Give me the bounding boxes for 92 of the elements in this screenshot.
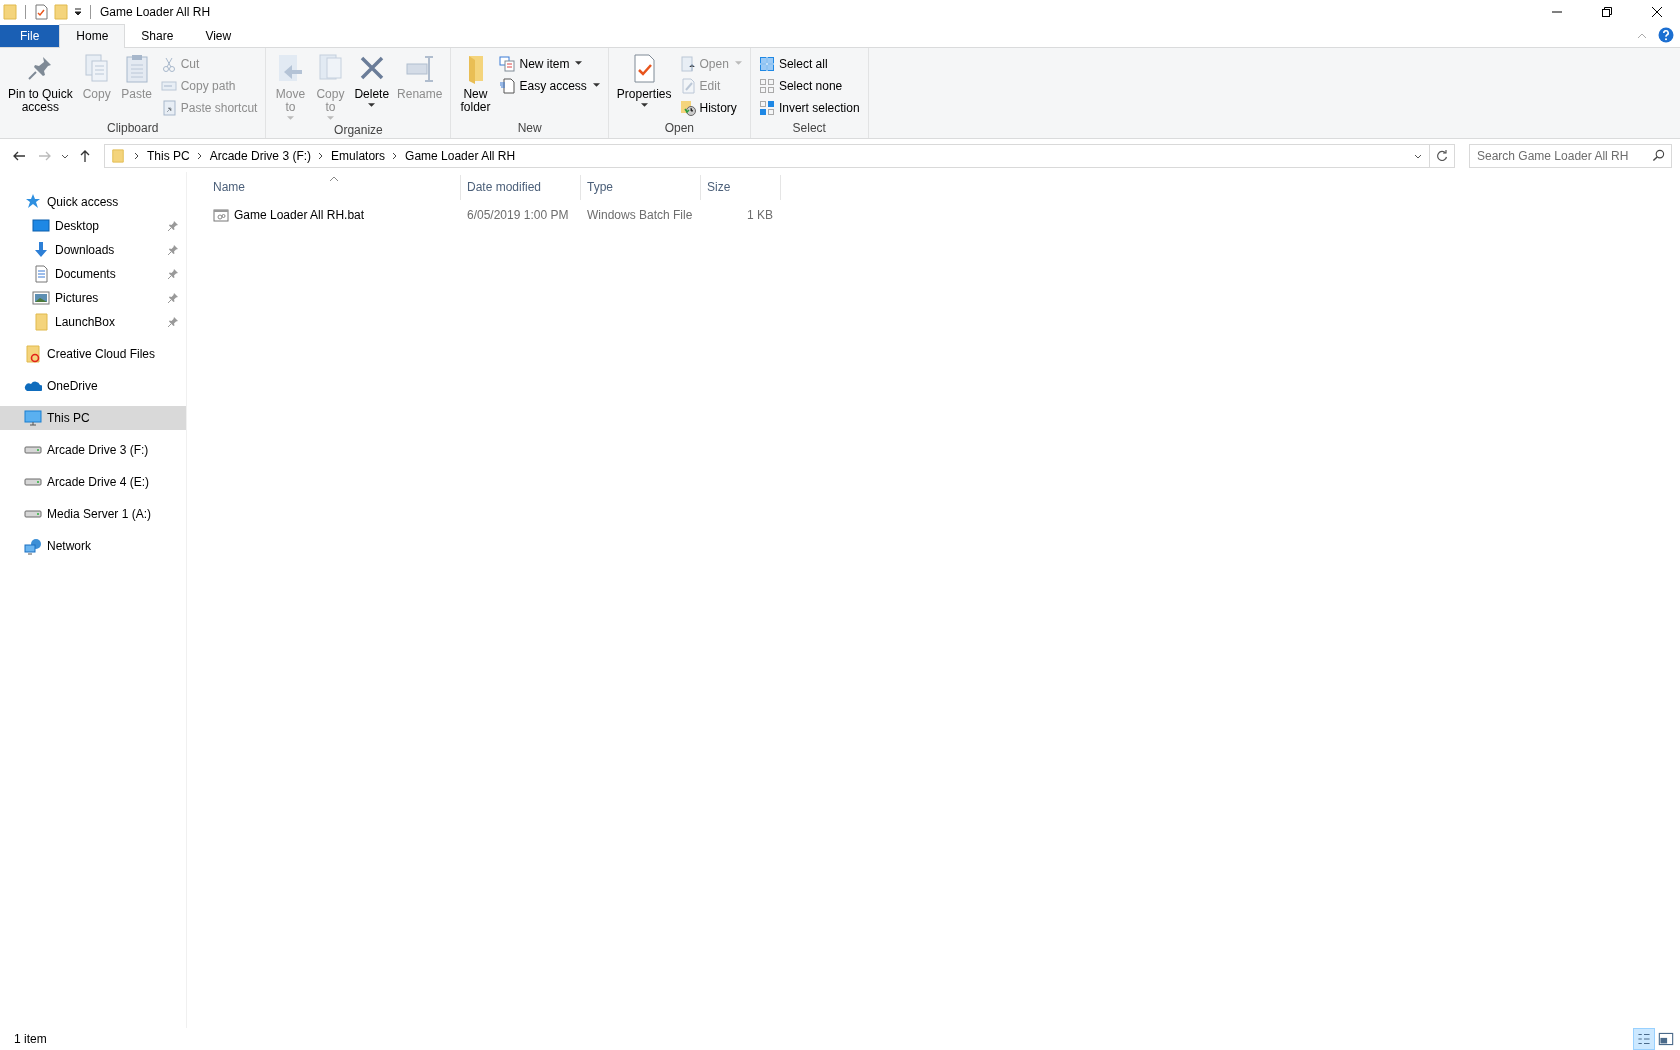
sidebar-item[interactable]: This PC xyxy=(0,406,186,430)
folder-icon xyxy=(2,4,18,20)
pencil-page-icon xyxy=(679,77,696,94)
ribbon-tab[interactable]: View xyxy=(189,25,248,47)
monitor-icon xyxy=(32,217,50,235)
scissors-icon xyxy=(160,55,177,72)
document-icon xyxy=(32,265,50,283)
caret-icon xyxy=(734,61,742,66)
sidebar-item[interactable]: Creative Cloud Files xyxy=(0,342,186,366)
page-lines-icon xyxy=(499,77,516,94)
caret-icon xyxy=(592,83,600,88)
batch-file-icon xyxy=(213,207,229,223)
picture-icon xyxy=(32,289,50,307)
table-cell-text: 1 KB xyxy=(746,208,774,222)
breadcrumb-item[interactable]: This PC xyxy=(147,148,190,163)
table-cell: Game Loader All RH.bat xyxy=(234,208,365,222)
shortcut-page-icon xyxy=(160,99,177,116)
pushpin-icon[interactable] xyxy=(168,269,178,279)
item-count: 1 item xyxy=(14,1032,47,1046)
checkmark-page-icon[interactable] xyxy=(33,4,49,20)
down-arrow-icon xyxy=(32,241,50,259)
ribbon-button[interactable]: Select all xyxy=(755,54,863,73)
caret-icon xyxy=(575,61,583,66)
folder-icon xyxy=(24,345,42,363)
window-title: Game Loader All RH xyxy=(100,5,211,19)
column-header[interactable]: Size xyxy=(701,175,781,200)
restore-icon[interactable] xyxy=(1601,6,1613,18)
chevron-icon[interactable] xyxy=(195,151,204,160)
group-label: Organize xyxy=(334,123,383,138)
breadcrumb-item[interactable]: Emulators xyxy=(331,148,386,163)
sidebar-item[interactable]: Arcade Drive 4 (E:) xyxy=(0,470,186,494)
grid-icon xyxy=(758,55,775,72)
ribbon-button[interactable]: Easy access xyxy=(496,76,603,95)
ribbon-button[interactable]: New item xyxy=(496,54,603,73)
column-header[interactable]: Date modified xyxy=(461,175,581,200)
pushpin-icon[interactable] xyxy=(168,221,178,231)
chevron-icon[interactable] xyxy=(133,151,141,160)
open-page-icon xyxy=(679,55,696,72)
history-clock-icon xyxy=(679,99,696,116)
sidebar-item[interactable]: Downloads xyxy=(0,238,186,262)
address-bar[interactable]: This PC Arcade Drive 3 (F:) Emulators Game Loader All RH xyxy=(104,143,1455,168)
network-icon xyxy=(24,537,42,555)
breadcrumb-item[interactable]: Game Loader All RH xyxy=(405,148,516,163)
table-cell-text: 6/05/2019 1:00 PM xyxy=(466,208,570,222)
ribbon-tab[interactable]: Home xyxy=(59,24,126,48)
caret-icon xyxy=(640,103,648,108)
ribbon-tab[interactable]: Share xyxy=(125,25,190,47)
sidebar-item[interactable]: Pictures xyxy=(0,286,186,310)
ribbon-button[interactable]: Invert selection xyxy=(755,98,863,117)
ribbon-tab[interactable]: File xyxy=(0,25,60,47)
ribbon-button[interactable]: New folder xyxy=(456,50,495,121)
group-label: Clipboard xyxy=(107,121,159,137)
file-row[interactable]: Game Loader All RH.bat 6/05/2019 1:00 PM Windows Batch File 1 KB xyxy=(207,204,781,226)
sidebar-item[interactable]: Network xyxy=(0,534,186,558)
search-field[interactable]: Search Game Loader All RH xyxy=(1469,143,1672,168)
ribbon-button[interactable]: Select none xyxy=(755,76,863,95)
sidebar-item[interactable]: Desktop xyxy=(0,214,186,238)
caret-icon xyxy=(368,103,376,108)
sidebar-item[interactable]: LaunchBox xyxy=(0,310,186,334)
pushpin-icon[interactable] xyxy=(168,245,178,255)
sidebar-item[interactable]: Documents xyxy=(0,262,186,286)
group-label: Open xyxy=(664,121,695,137)
new-item-icon xyxy=(499,55,516,72)
pushpin-icon[interactable] xyxy=(168,317,178,327)
pushpin-icon[interactable] xyxy=(168,293,178,303)
folder-icon xyxy=(32,313,50,331)
close-icon[interactable] xyxy=(1651,6,1663,18)
breadcrumb-item[interactable]: Arcade Drive 3 (F:) xyxy=(209,148,312,163)
ribbon-button[interactable]: Delete xyxy=(351,50,393,123)
group-label: New xyxy=(517,121,542,137)
ribbon-button[interactable]: Pin to Quick access xyxy=(5,50,76,121)
caret-icon xyxy=(326,116,334,121)
sidebar-item[interactable]: OneDrive xyxy=(0,374,186,398)
details-view-icon[interactable] xyxy=(1634,1029,1654,1049)
sidebar-item[interactable]: Arcade Drive 3 (F:) xyxy=(0,438,186,462)
ribbon-button[interactable]: Properties xyxy=(613,50,675,121)
folder-icon xyxy=(111,147,125,164)
search-icon xyxy=(1652,148,1665,162)
help-icon[interactable] xyxy=(1658,27,1674,43)
table-cell-text: Windows Batch File xyxy=(586,208,694,222)
grid-icon xyxy=(758,77,775,94)
star-icon xyxy=(24,193,42,211)
column-header[interactable]: Name xyxy=(207,175,461,200)
sidebar-item[interactable]: Media Server 1 (A:) xyxy=(0,502,186,526)
monitor-icon xyxy=(24,409,42,427)
group-label: Select xyxy=(792,121,826,137)
caret-icon xyxy=(286,116,294,121)
ribbon-button[interactable]: History xyxy=(676,98,745,117)
column-header[interactable]: Type xyxy=(581,175,701,200)
grid-icon xyxy=(758,99,775,116)
dropdown-icon[interactable] xyxy=(73,7,83,17)
sidebar-item[interactable]: Quick access xyxy=(0,190,186,214)
